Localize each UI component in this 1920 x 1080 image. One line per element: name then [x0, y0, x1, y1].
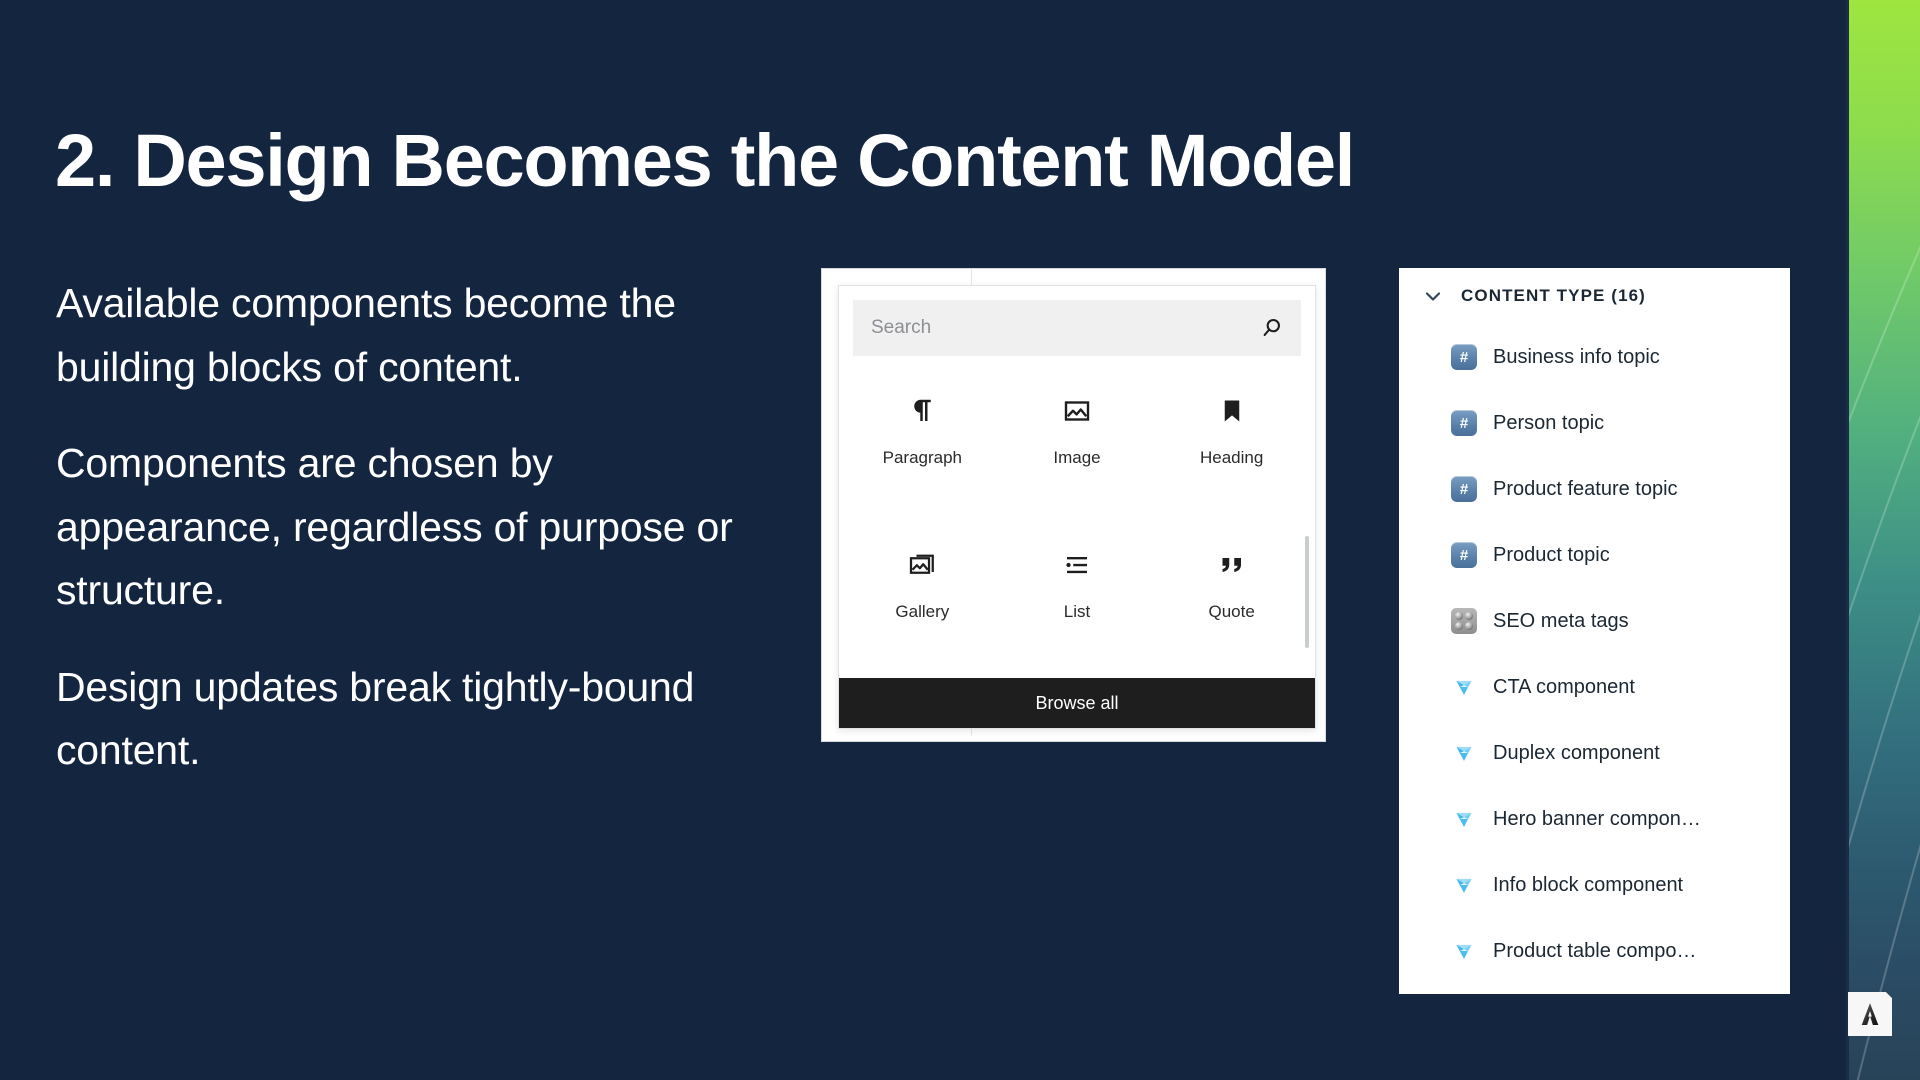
gem-emoji-icon	[1451, 674, 1477, 700]
list-item-label: Hero banner compon…	[1493, 807, 1701, 830]
content-type-item-info-block-component[interactable]: Info block component	[1451, 852, 1790, 918]
list-item-label: Business info topic	[1493, 345, 1660, 368]
block-item-list[interactable]: List	[1000, 524, 1155, 678]
block-item-paragraph[interactable]: Paragraph	[845, 370, 1000, 524]
list-item-label: SEO meta tags	[1493, 609, 1629, 632]
block-label: Paragraph	[882, 448, 963, 467]
gem-emoji-icon	[1451, 872, 1477, 898]
image-icon	[1064, 401, 1090, 421]
content-type-item-product-table-component[interactable]: Product table compo…	[1451, 918, 1790, 984]
content-type-panel: CONTENT TYPE (16) # Business info topic …	[1399, 268, 1790, 994]
content-type-item-seo-meta-tags[interactable]: SEO meta tags	[1451, 588, 1790, 654]
block-inserter-popover: Paragraph Image Heading	[821, 268, 1326, 742]
hash-emoji-icon: #	[1451, 410, 1477, 436]
list-item-label: Product topic	[1493, 543, 1610, 566]
content-type-item-product-topic[interactable]: # Product topic	[1451, 522, 1790, 588]
gem-emoji-icon	[1451, 938, 1477, 964]
content-type-item-person-topic[interactable]: # Person topic	[1451, 390, 1790, 456]
block-label: List	[1063, 602, 1091, 621]
inserter-scrollbar[interactable]	[1305, 536, 1309, 648]
content-type-item-product-feature-topic[interactable]: # Product feature topic	[1451, 456, 1790, 522]
brand-logo-icon	[1861, 1003, 1879, 1025]
decorative-arc-lines	[1849, 245, 1920, 1080]
gem-emoji-icon	[1451, 806, 1477, 832]
control-knobs-emoji-icon	[1451, 608, 1477, 634]
paragraph-1: Available components become the building…	[56, 280, 676, 390]
list-item-label: Person topic	[1493, 411, 1605, 434]
paragraph-icon	[914, 399, 932, 421]
list-item-label: Duplex component	[1493, 741, 1660, 764]
brand-logo-badge	[1848, 992, 1892, 1036]
block-grid: Paragraph Image Heading Gallery List Quo…	[839, 356, 1315, 678]
block-item-heading[interactable]: Heading	[1154, 370, 1309, 524]
chevron-down-icon[interactable]	[1421, 284, 1445, 308]
page-title: 2. Design Becomes the Content Model	[55, 119, 1355, 202]
block-label: Image	[1053, 448, 1101, 467]
quote-icon	[1222, 558, 1241, 572]
content-type-header[interactable]: CONTENT TYPE (16)	[1399, 268, 1790, 324]
block-item-quote[interactable]: Quote	[1154, 524, 1309, 678]
gallery-icon	[910, 554, 935, 574]
list-item-label: Product table compo…	[1493, 939, 1697, 962]
list-item-label: CTA component	[1493, 675, 1635, 698]
block-inserter-panel: Paragraph Image Heading	[838, 285, 1316, 729]
gem-emoji-icon	[1451, 740, 1477, 766]
body-copy: Available components become the building…	[56, 272, 756, 783]
paragraph-3: Design updates break tightly-bound conte…	[56, 663, 695, 774]
list-item-label: Product feature topic	[1493, 477, 1678, 500]
block-item-image[interactable]: Image	[1000, 370, 1155, 524]
decorative-gradient-strip	[1849, 0, 1920, 1080]
list-item-label: Info block component	[1493, 873, 1684, 896]
block-label: Gallery	[895, 602, 950, 621]
content-type-item-business-info-topic[interactable]: # Business info topic	[1451, 324, 1790, 390]
block-item-gallery[interactable]: Gallery	[845, 524, 1000, 678]
block-label: Quote	[1208, 602, 1255, 621]
content-type-item-cta-component[interactable]: CTA component	[1451, 654, 1790, 720]
search-input[interactable]	[871, 317, 1259, 339]
list-icon	[1066, 557, 1087, 574]
content-type-item-duplex-component[interactable]: Duplex component	[1451, 720, 1790, 786]
content-type-title: CONTENT TYPE (16)	[1461, 286, 1646, 305]
hash-emoji-icon: #	[1451, 542, 1477, 568]
browse-all-button[interactable]: Browse all	[839, 678, 1315, 728]
hash-emoji-icon: #	[1451, 344, 1477, 370]
content-type-list: # Business info topic # Person topic # P…	[1399, 324, 1790, 984]
search-field-wrapper[interactable]	[853, 300, 1301, 356]
hash-emoji-icon: #	[1451, 476, 1477, 502]
search-icon[interactable]	[1259, 315, 1285, 341]
paragraph-2: Components are chosen by appearance, reg…	[56, 440, 733, 614]
content-type-item-hero-banner-component[interactable]: Hero banner compon…	[1451, 786, 1790, 852]
heading-icon	[1224, 400, 1239, 422]
block-label: Heading	[1200, 448, 1264, 467]
